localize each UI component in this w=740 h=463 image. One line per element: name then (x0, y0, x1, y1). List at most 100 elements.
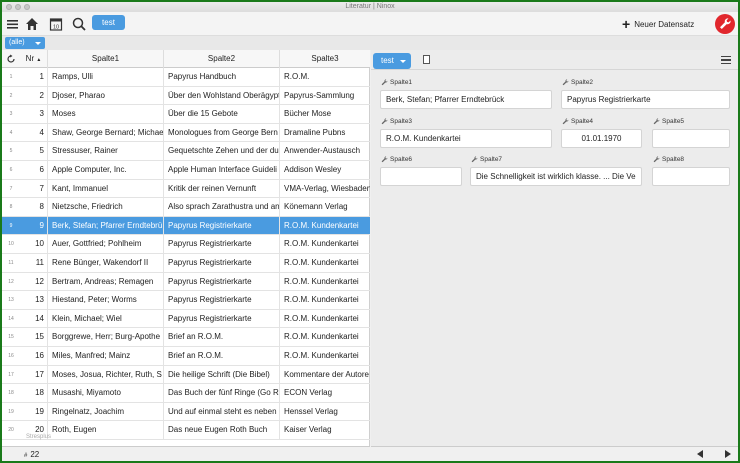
table-row[interactable]: 5 5 Stressuser, Rainer Gequetschte Zehen un… (2, 142, 370, 161)
table-row[interactable]: 15 15 Borggrewe, Herr; Burg-Apothe Brief an… (2, 328, 370, 347)
table-row[interactable]: 18 18 Musashi, Miyamoto Das Buch der fünf R… (2, 384, 370, 403)
plus-icon: + (622, 16, 631, 32)
cell-spalte3: Papyrus-Sammlung (284, 90, 355, 100)
cell-spalte3: R.O.M. Kundenkartei (284, 276, 359, 286)
cell-spalte2: Gequetschte Zehen und der dur (164, 142, 280, 161)
cell-spalte3: VMA-Verlag, Wiesbaden (284, 183, 370, 193)
records-table: Nr ▲ Spalte1 Spalte2 Spalte3 1 1 Ramps, Ul… (2, 50, 370, 446)
cell-spalte1: Moses, Josua, Richter, Ruth, S (48, 365, 164, 384)
cell-spalte2: Papyrus Handbuch (164, 68, 280, 86)
table-row[interactable]: 10 10 Auer, Gottfried; Pohlheim Papyrus Reg… (2, 235, 370, 254)
spalte7-field[interactable]: Die Schnelligkeit ist wirklich klasse. .… (470, 167, 642, 186)
previous-record-icon[interactable] (697, 450, 703, 458)
form-menu-icon[interactable] (721, 56, 731, 64)
cell-spalte3: R.O.M. Kundenkartei (284, 220, 359, 230)
menu-icon[interactable] (5, 16, 21, 32)
next-record-icon[interactable] (725, 450, 731, 458)
form-footer (371, 446, 738, 461)
close-window-button[interactable] (6, 4, 12, 10)
cell-spalte2: Also sprach Zarathustra und an (164, 198, 280, 217)
table-row[interactable]: 12 12 Bertram, Andreas; Remagen Papyrus Reg… (2, 272, 370, 292)
cell-spalte1: Shaw, George Bernard; Michae (48, 123, 164, 142)
calendar-icon[interactable]: 10 (48, 16, 64, 32)
chevron-down-icon (35, 42, 41, 45)
table-row[interactable]: 4 4 Shaw, George Bernard; Michae Monologues… (2, 123, 370, 143)
cell-nr: 8 (20, 198, 48, 217)
document-icon[interactable] (423, 55, 430, 64)
table-row[interactable]: 9 9 Berk, Stefan; Pfarrer Erndtebrü Papyrus… (2, 216, 370, 236)
tab-test[interactable]: test (92, 15, 125, 30)
cell-spalte2: Papyrus Registrierkarte (164, 235, 280, 254)
cell-nr: 13 (20, 291, 48, 310)
chevron-down-icon (400, 60, 406, 63)
wrench-icon (653, 156, 660, 163)
filter-label: (alle) (9, 39, 25, 46)
cell-spalte3: Henssel Verlag (284, 406, 338, 416)
cell-spalte3: Addison Wesley (284, 165, 342, 174)
table-row[interactable]: 7 7 Kant, Immanuel Kritik der reinen Vernun… (2, 179, 370, 199)
tools-button[interactable] (715, 14, 735, 34)
table-row[interactable]: 17 17 Moses, Josua, Richter, Ruth, S Die he… (2, 365, 370, 385)
form-tab-label: test (381, 56, 394, 65)
spalte1-field[interactable]: Berk, Stefan; Pfarrer Erndtebrück (380, 90, 552, 109)
zoom-window-button[interactable] (24, 4, 30, 10)
wrench-icon (720, 18, 731, 29)
cell-nr: 14 (20, 309, 48, 328)
table-row[interactable]: 2 2 Djoser, Pharao Über den Wohlstand Oberä… (2, 86, 370, 106)
cell-spalte1: Bertram, Andreas; Remagen (48, 272, 164, 291)
window-title: Literatur | Ninox (345, 3, 395, 10)
row-index: 15 (8, 334, 14, 341)
title-bar: Literatur | Ninox (2, 2, 738, 12)
column-header-spalte1[interactable]: Spalte1 (48, 50, 164, 68)
spalte8-field[interactable] (652, 167, 730, 186)
form-tab-test[interactable]: test (373, 53, 411, 69)
cell-spalte1: Berk, Stefan; Pfarrer Erndtebrü (48, 216, 164, 235)
new-record-button[interactable]: + Neuer Datensatz (622, 17, 694, 31)
minimize-window-button[interactable] (15, 4, 21, 10)
cell-nr: 6 (20, 161, 48, 179)
filter-dropdown[interactable]: (alle) (5, 37, 45, 49)
table-row[interactable]: 1 1 Ramps, Ulli Papyrus Handbuch R.O.M. (2, 68, 370, 87)
cell-spalte1: Klein, Michael; Wiel (48, 309, 164, 328)
record-form: test Spalte1 Berk, Stefan; Pfarrer Erndt… (371, 50, 738, 446)
column-header-nr[interactable]: Nr ▲ (20, 50, 48, 68)
table-row[interactable]: 19 19 Ringelnatz, Joachim Und auf einmal st… (2, 402, 370, 422)
wrench-icon (471, 156, 478, 163)
column-header-spalte3[interactable]: Spalte3 (280, 50, 370, 68)
table-row[interactable]: 3 3 Moses Über die 15 Gebote Bücher Mose (2, 105, 370, 124)
cell-nr: 18 (20, 384, 48, 403)
cell-spalte2: Über die 15 Gebote (164, 105, 280, 124)
spalte5-field[interactable] (652, 129, 730, 148)
cell-nr: 19 (20, 402, 48, 421)
row-index: 17 (8, 371, 14, 378)
label-spalte8: Spalte8 (653, 156, 684, 163)
cell-spalte1: Hiestand, Peter; Worms (48, 291, 164, 310)
table-row[interactable]: 13 13 Hiestand, Peter; Worms Papyrus Regist… (2, 291, 370, 310)
cell-spalte2: Brief an R.O.M. (164, 328, 280, 347)
table-row[interactable]: 11 11 Rene Bünger, Wakendorf II Papyrus Reg… (2, 254, 370, 273)
table-row[interactable]: 8 8 Nietzsche, Friedrich Also sprach Zarath… (2, 198, 370, 217)
cell-spalte3: R.O.M. (284, 72, 310, 81)
spalte6-field[interactable] (380, 167, 462, 186)
home-icon[interactable] (24, 16, 40, 32)
label-spalte1: Spalte1 (381, 79, 412, 86)
record-count: 22 (30, 450, 40, 459)
column-header-spalte2[interactable]: Spalte2 (164, 50, 280, 68)
cell-spalte3: R.O.M. Kundenkartei (284, 351, 359, 360)
label-spalte5: Spalte5 (653, 118, 684, 125)
table-row[interactable]: 14 14 Klein, Michael; Wiel Papyrus Registri… (2, 309, 370, 329)
table-row[interactable]: 16 16 Miles, Manfred; Mainz Brief an R.O.M.… (2, 347, 370, 366)
cell-spalte2: Die heilige Schrift (Die Bibel) (164, 365, 280, 384)
cell-spalte2: Brief an R.O.M. (164, 347, 280, 365)
row-index: 2 (9, 92, 13, 99)
spalte4-date-field[interactable]: 01.01.1970 (561, 129, 642, 148)
table-row[interactable]: 6 6 Apple Computer, Inc. Apple Human Interf… (2, 161, 370, 180)
refresh-icon[interactable] (6, 54, 16, 64)
table-row[interactable]: 20 20 Roth, Eugen Das neue Eugen Roth Buch K… (2, 421, 370, 440)
cell-spalte1: Musashi, Miyamoto (48, 384, 164, 403)
spalte3-field[interactable]: R.O.M. Kundenkartei (380, 129, 552, 148)
search-icon[interactable] (71, 16, 87, 32)
row-index: 3 (9, 111, 13, 118)
row-index: 1 (9, 74, 13, 80)
spalte2-field[interactable]: Papyrus Registrierkarte (561, 90, 730, 109)
